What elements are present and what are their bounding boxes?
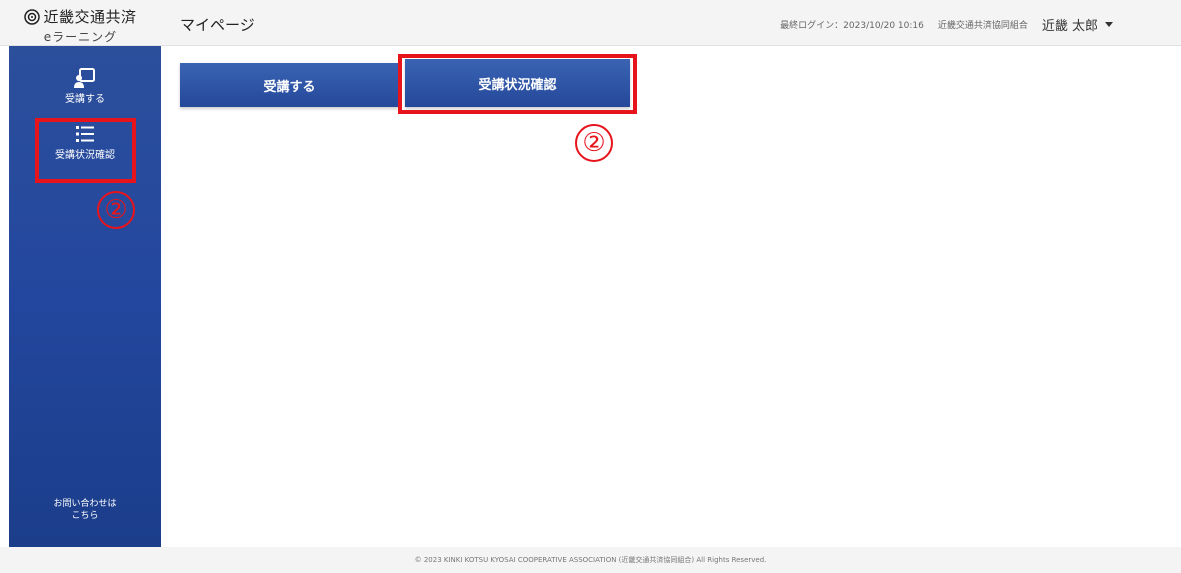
top-bar: 近畿交通共済 eラーニング マイページ 最終ログイン：2023/10/20 10… <box>0 0 1181 46</box>
footer-copyright: © 2023 KINKI KOTSU KYOSAI COOPERATIVE AS… <box>0 547 1181 573</box>
caret-down-icon <box>1105 21 1113 27</box>
course-status-button[interactable]: 受講状況確認 <box>405 59 630 107</box>
sidebar: 受講する 受講状況確認 お問い合わせは こちら <box>9 46 161 547</box>
presentation-icon <box>74 68 95 88</box>
sidebar-item-take-course[interactable]: 受講する <box>9 68 161 105</box>
step-marker-main: ② <box>575 124 613 162</box>
contact-link[interactable]: お問い合わせは こちら <box>9 498 161 522</box>
brand-logo[interactable]: 近畿交通共済 eラーニング <box>0 0 161 46</box>
contact-line-1: お問い合わせは <box>53 499 117 509</box>
contact-line-2: こちら <box>71 511 99 521</box>
user-info: 最終ログイン：2023/10/20 10:16 近畿交通共済協同組合 近畿 太郎 <box>780 15 1113 34</box>
step-marker-sidebar: ② <box>97 191 135 229</box>
user-name: 近畿 太郎 <box>1041 19 1098 34</box>
user-menu[interactable]: 近畿 太郎 <box>1042 15 1113 34</box>
organization-name: 近畿交通共済協同組合 <box>937 21 1028 31</box>
list-icon <box>76 126 94 142</box>
brand-subtitle: eラーニング <box>43 30 118 44</box>
take-course-button[interactable]: 受講する <box>180 63 399 107</box>
sidebar-item-label: 受講する <box>65 94 105 105</box>
sidebar-item-label: 受講状況確認 <box>55 150 115 161</box>
page-title: マイページ <box>180 16 255 34</box>
last-login: 最終ログイン：2023/10/20 10:16 <box>780 21 924 31</box>
emblem-icon <box>24 8 41 25</box>
brand-name: 近畿交通共済 <box>43 8 137 26</box>
sidebar-item-status[interactable]: 受講状況確認 <box>9 124 161 161</box>
